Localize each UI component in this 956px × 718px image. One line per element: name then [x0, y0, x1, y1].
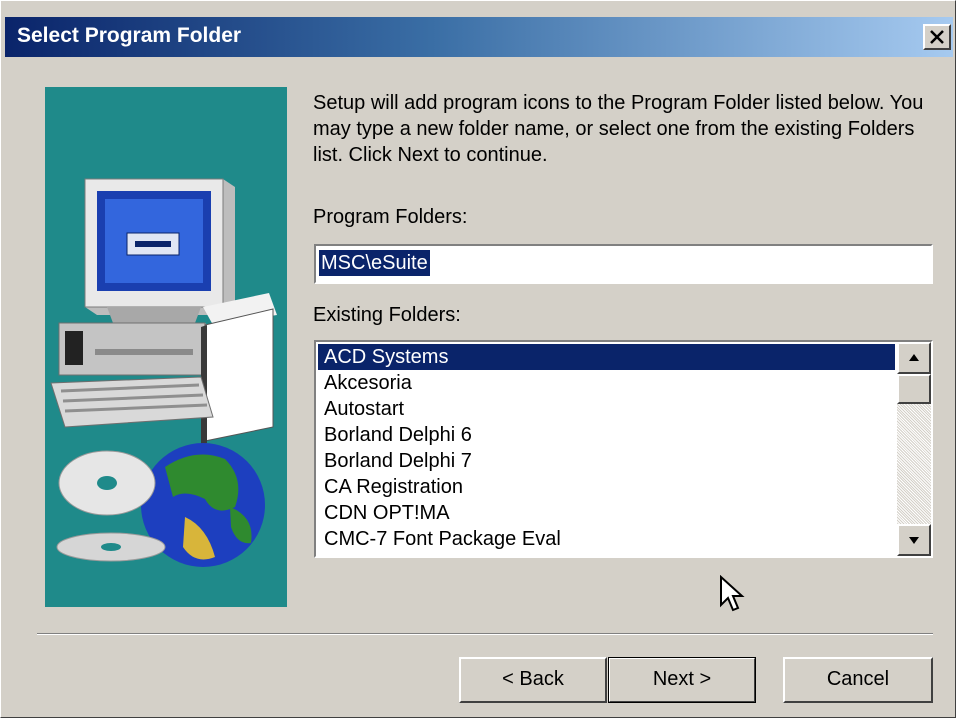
arrow-down-icon	[909, 537, 919, 544]
existing-folders-list[interactable]: ACD Systems Akcesoria Autostart Borland …	[314, 340, 933, 558]
list-item[interactable]: ACD Systems	[318, 344, 895, 370]
title-bar[interactable]: Select Program Folder	[5, 17, 953, 57]
back-button[interactable]: < Back	[459, 657, 607, 703]
scroll-up-button[interactable]	[897, 342, 931, 374]
mouse-pointer-icon	[719, 574, 745, 620]
list-item[interactable]: Autostart	[318, 396, 895, 422]
setup-illustration	[45, 87, 287, 607]
window-title: Select Program Folder	[17, 24, 242, 47]
scroll-thumb[interactable]	[897, 374, 931, 404]
scroll-down-button[interactable]	[897, 524, 931, 556]
program-folder-value: MSC\eSuite	[319, 250, 430, 276]
program-folder-input[interactable]: MSC\eSuite	[314, 244, 933, 284]
next-button[interactable]: Next >	[608, 657, 756, 703]
arrow-up-icon	[909, 354, 919, 361]
list-item[interactable]: CA Registration	[318, 474, 895, 500]
computer-globe-illustration	[50, 178, 277, 567]
list-item[interactable]: Akcesoria	[318, 370, 895, 396]
list-scrollbar[interactable]	[897, 342, 931, 556]
list-item[interactable]: Borland Delphi 7	[318, 448, 895, 474]
list-item[interactable]: CDN OPT!MA	[318, 500, 895, 526]
close-icon	[930, 30, 944, 44]
list-item[interactable]: CMC-7 Font Package Eval	[318, 526, 895, 552]
existing-folders-label: Existing Folders:	[313, 304, 461, 326]
close-button[interactable]	[923, 24, 951, 50]
program-folders-label: Program Folders:	[313, 206, 468, 228]
list-item[interactable]: Borland Delphi 6	[318, 422, 895, 448]
divider	[37, 633, 933, 635]
instructions-text: Setup will add program icons to the Prog…	[313, 92, 924, 166]
setup-dialog: Select Program Folder Setup will add pro…	[0, 0, 956, 718]
cancel-button[interactable]: Cancel	[783, 657, 933, 703]
